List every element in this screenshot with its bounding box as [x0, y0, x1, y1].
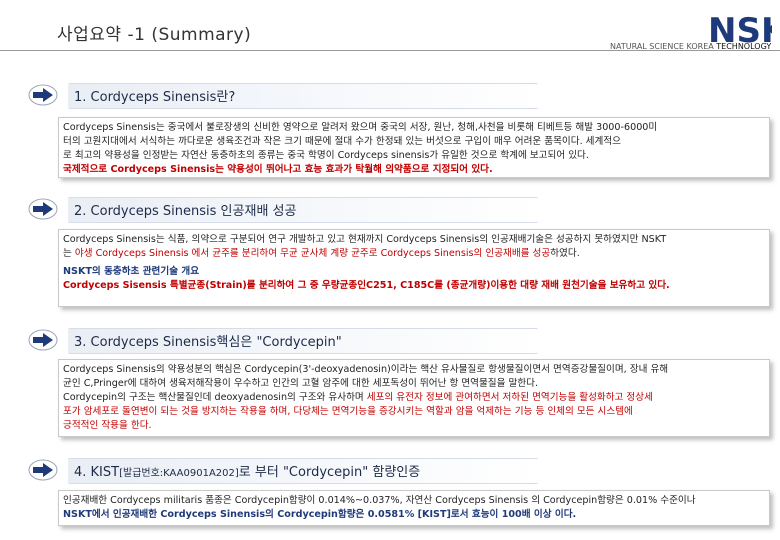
section-4-line: NSKT에서 인공재배한 Cordyceps Sinensis의 Cordyce…	[63, 509, 577, 520]
section-2-header: 2. Cordyceps Sinensis 인공재배 성공	[28, 194, 538, 224]
section-3-title: 3. Cordyceps Sinensis핵심은 "Cordycepin"	[74, 334, 342, 350]
section-3-line: Cordyceps Sinensis의 약용성분의 핵심은 Cordycepin…	[63, 364, 669, 375]
section-2-subtext: Cordyceps Sisensis 특별균종(Strain)를 분리하여 그 …	[63, 280, 670, 291]
section-2-body: Cordyceps Sinensis는 식품, 의약으로 구분되어 연구 개발하…	[58, 229, 770, 307]
section-4-line: 인공재배한 Cordyceps militaris 품종은 Cordycepin…	[63, 495, 696, 506]
arrow-right-icon	[28, 84, 58, 106]
header-divider	[0, 50, 780, 51]
section-2-subheading: NSKT의 동충하초 관련기술 개요	[63, 266, 200, 277]
section-1-title: 1. Cordyceps Sinensis란?	[74, 89, 236, 105]
section-3-header: 3. Cordyceps Sinensis핵심은 "Cordycepin"	[28, 325, 538, 355]
arrow-right-icon	[28, 459, 58, 481]
section-3-line: 균인 C,Pringer에 대하여 생육저해작용이 우수하고 인간의 고혈 암주…	[63, 378, 539, 389]
section-2-title: 2. Cordyceps Sinensis 인공재배 성공	[74, 203, 297, 219]
arrow-right-icon	[28, 329, 58, 351]
section-1-highlight: 국제적으로 Cordyceps Sinensis는 약용성이 뛰어나고 효능 효…	[63, 164, 493, 175]
logo-letters: NSK	[708, 11, 772, 46]
page-title: 사업요약 -1 (Summary)	[57, 25, 252, 45]
section-3-line: 긍적적인 작용을 한다.	[63, 420, 152, 431]
section-2-line: Cordyceps Sinensis는 식품, 의약으로 구분되어 연구 개발하…	[63, 234, 667, 245]
section-4-body: 인공재배한 Cordyceps militaris 품종은 Cordycepin…	[58, 490, 770, 526]
section-1-header: 1. Cordyceps Sinensis란?	[28, 80, 538, 110]
section-1-body: Cordyceps Sinensis는 중국에서 불로장생의 신비한 영약으로 …	[58, 117, 770, 178]
section-1-line: 터의 고원지대에서 서식하는 까다로운 생육조건과 작은 크기 때문에 절대 수…	[63, 136, 621, 147]
arrow-right-icon	[28, 198, 58, 220]
section-2-line: 는 야생 Cordyceps Sinensis 에서 균주를 분리하여 무균 균…	[63, 248, 580, 259]
section-4-title: 4. KIST[발급번호:KAA0901A202]로 부터 "Cordycepi…	[74, 464, 421, 480]
section-3-body: Cordyceps Sinensis의 약용성분의 핵심은 Cordycepin…	[58, 359, 770, 437]
section-1-line: Cordyceps Sinensis는 중국에서 불로장생의 신비한 영약으로 …	[63, 122, 658, 133]
section-1-line: 로 최고의 약용성을 인정받는 자연산 동충하초의 종류는 중국 학명이 Cor…	[63, 150, 589, 161]
section-3-line: 포가 암세포로 돌연변이 되는 것을 방지하는 작용을 하며, 다당체는 면역기…	[63, 406, 633, 417]
nsk-logo: NSK	[708, 11, 772, 46]
section-4-header: 4. KIST[발급번호:KAA0901A202]로 부터 "Cordycepi…	[28, 455, 538, 485]
section-3-line: Cordycepin의 구조는 핵산물질인데 deoxyadenosin의 구조…	[63, 392, 653, 403]
